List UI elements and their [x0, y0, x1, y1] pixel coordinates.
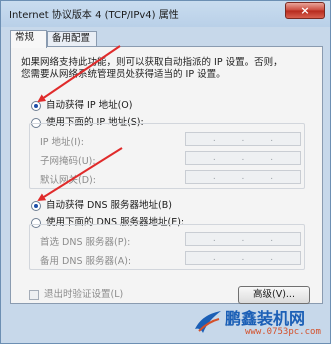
watermark-url: www.0753pc.com: [245, 327, 321, 337]
tab-alternate-config[interactable]: 备用配置: [47, 31, 97, 47]
watermark-title: 鹏鑫装机网: [225, 309, 306, 328]
window-title: Internet 协议版本 4 (TCP/IPv4) 属性: [9, 10, 179, 21]
validate-on-exit-checkbox[interactable]: [29, 290, 39, 300]
ip-address-group: IP 地址(I): ... 子网掩码(U): ... 默认网关(D): ...: [29, 123, 305, 189]
dns-server-group: 首选 DNS 服务器(P): ... 备用 DNS 服务器(A): ...: [29, 224, 305, 270]
auto-dns-radio[interactable]: [31, 201, 41, 211]
ip-address-field[interactable]: ...: [185, 132, 301, 146]
site-watermark: 鹏鑫装机网 www.0753pc.com: [193, 303, 331, 344]
advanced-button[interactable]: 高级(V)...: [238, 286, 310, 304]
auto-dns-label: 自动获得 DNS 服务器地址(B): [46, 200, 172, 211]
description-line: 如果网络支持此功能，则可以获取自动指派的 IP 设置。否则，: [21, 57, 283, 68]
subnet-mask-label: 子网掩码(U):: [40, 156, 96, 167]
title-bar[interactable]: Internet 协议版本 4 (TCP/IPv4) 属性 ×: [1, 1, 330, 25]
general-panel: 如果网络支持此功能，则可以获取自动指派的 IP 设置。否则， 您需要从网络系统管…: [10, 46, 323, 304]
validate-on-exit-label: 退出时验证设置(L): [44, 289, 124, 300]
preferred-dns-label: 首选 DNS 服务器(P):: [40, 237, 131, 248]
site-logo-icon: [195, 311, 221, 333]
description-line: 您需要从网络系统管理员处获得适当的 IP 设置。: [21, 69, 226, 80]
default-gateway-field[interactable]: ...: [185, 170, 301, 184]
close-button[interactable]: ×: [285, 2, 325, 19]
ip-address-label: IP 地址(I):: [40, 137, 84, 148]
alternate-dns-field[interactable]: ...: [185, 251, 301, 265]
default-gateway-label: 默认网关(D):: [40, 175, 96, 186]
auto-ip-label: 自动获得 IP 地址(O): [46, 100, 133, 111]
subnet-mask-field[interactable]: ...: [185, 151, 301, 165]
auto-ip-radio[interactable]: [31, 101, 41, 111]
close-icon: ×: [300, 4, 310, 17]
tab-general[interactable]: 常规: [10, 30, 47, 48]
description-text: 如果网络支持此功能，则可以获取自动指派的 IP 设置。否则， 您需要从网络系统管…: [21, 57, 313, 81]
preferred-dns-field[interactable]: ...: [185, 232, 301, 246]
tcpip-properties-dialog: Internet 协议版本 4 (TCP/IPv4) 属性 × 常规 备用配置 …: [0, 0, 331, 344]
alternate-dns-label: 备用 DNS 服务器(A):: [40, 256, 132, 267]
